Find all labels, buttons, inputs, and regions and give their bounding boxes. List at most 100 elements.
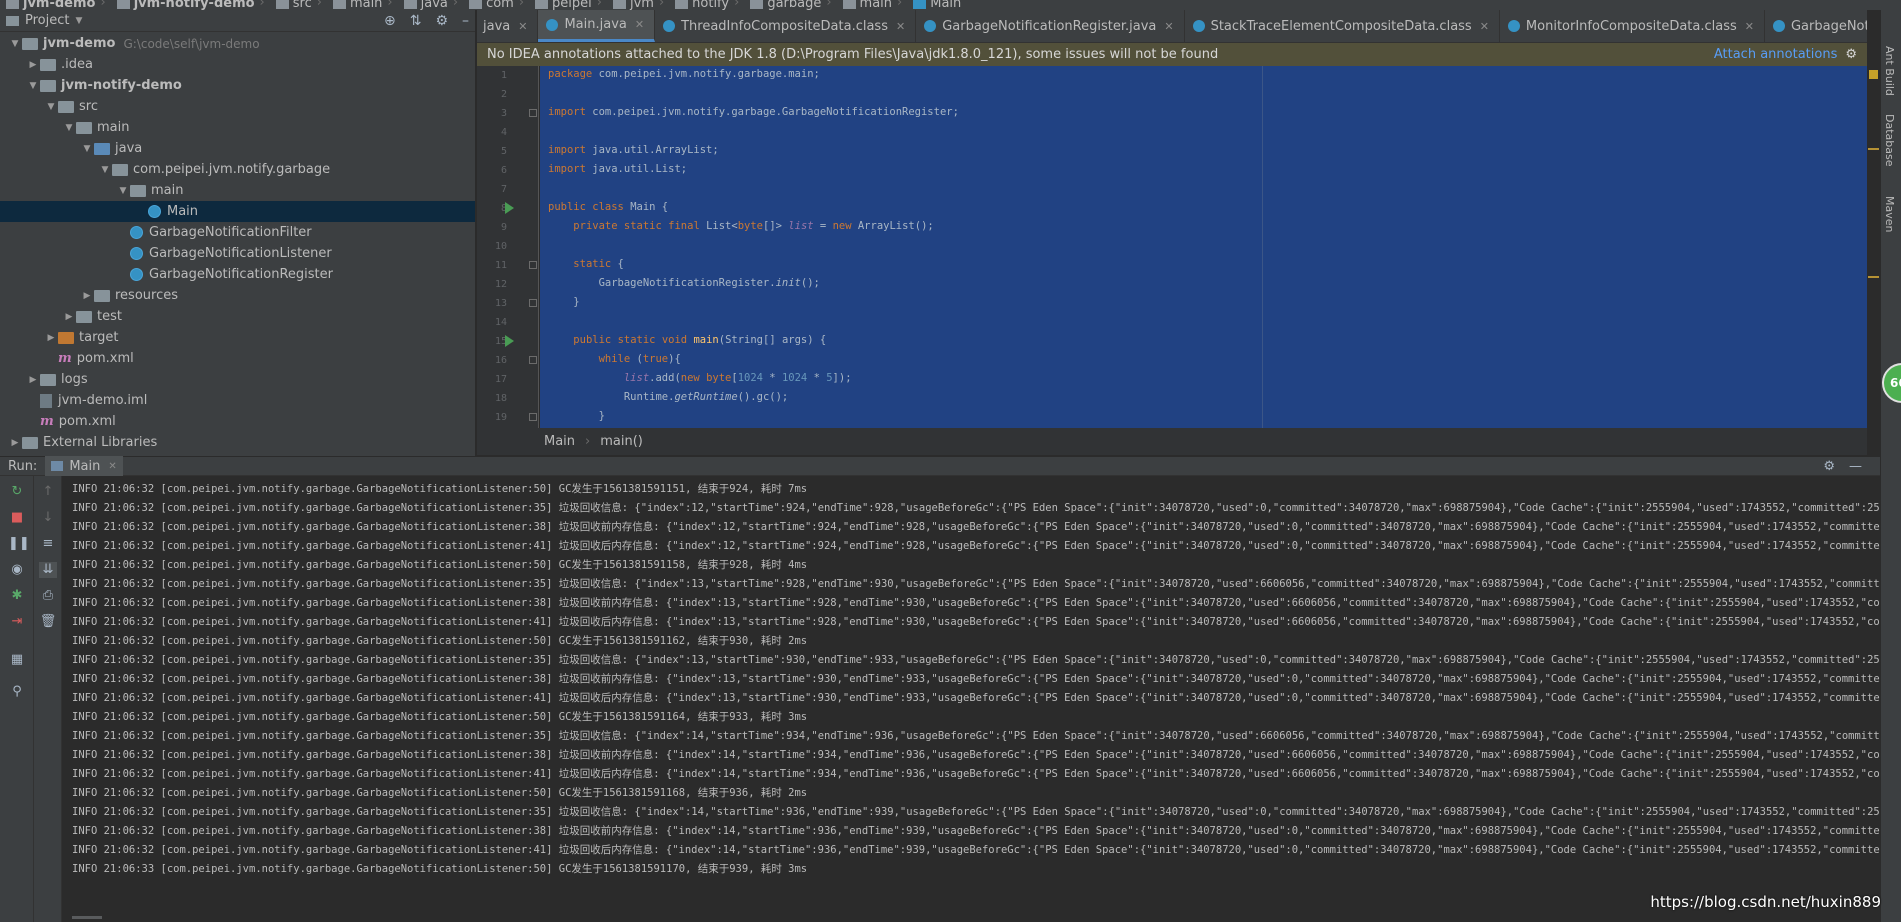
locate-icon[interactable]: ⊕ [384, 13, 396, 29]
breadcrumb-item[interactable]: jvm-notify-demo [111, 0, 255, 10]
chevron-down-icon[interactable]: ▼ [98, 165, 112, 175]
database-tool-button[interactable]: Database [1883, 114, 1896, 167]
tree-item[interactable]: ▼ jvm-notify-demo [26, 75, 182, 96]
chevron-down-icon[interactable]: ▼ [44, 102, 58, 112]
breadcrumb-item[interactable]: src [270, 0, 312, 10]
close-icon[interactable]: ✕ [1164, 20, 1173, 33]
breadcrumb-method[interactable]: main() [600, 434, 643, 449]
collapse-all-icon[interactable]: ⇅ [410, 13, 422, 29]
error-stripe-mark[interactable] [1868, 276, 1879, 278]
fold-marker-icon[interactable] [529, 299, 537, 307]
breadcrumb-item[interactable]: notify [669, 0, 729, 10]
ant-build-tool-button[interactable]: Ant Build [1883, 46, 1896, 96]
chevron-down-icon[interactable]: ▼ [80, 144, 94, 154]
attach-annotations-link[interactable]: Attach annotations [1714, 47, 1837, 62]
clear-all-icon[interactable]: 🗑 [39, 614, 57, 630]
editor-scrollbar[interactable] [1867, 66, 1880, 428]
run-icon[interactable] [505, 202, 514, 214]
pin-icon[interactable]: ⚲ [8, 684, 26, 700]
tree-item[interactable]: ▼ main [116, 180, 184, 201]
tree-item[interactable]: ▼ main [62, 117, 130, 138]
pause-icon[interactable]: ❚❚ [8, 536, 30, 552]
soft-wrap-icon[interactable]: ≡ [39, 536, 57, 552]
editor-tab[interactable]: GarbageNotificationFilter.java✕ [1765, 10, 1867, 42]
exit-icon[interactable]: ⇥ [8, 614, 26, 630]
close-icon[interactable]: ✕ [518, 20, 527, 33]
breadcrumb-item[interactable]: jvm [607, 0, 654, 10]
chevron-right-icon[interactable]: ▶ [62, 312, 76, 322]
fold-marker-icon[interactable] [529, 356, 537, 364]
tree-item[interactable]: ▼ jvm-demo G:\code\self\jvm-demo [8, 33, 260, 54]
tree-item[interactable]: ▼ java [80, 138, 143, 159]
tree-item[interactable]: ▶ .idea [26, 54, 93, 75]
fold-marker-icon[interactable] [529, 261, 537, 269]
chevron-right-icon[interactable]: ▶ [44, 333, 58, 343]
breadcrumb-item[interactable]: java [398, 0, 448, 10]
close-icon[interactable]: ✕ [1745, 20, 1754, 33]
close-icon[interactable]: ✕ [896, 20, 905, 33]
fold-marker-icon[interactable] [529, 413, 537, 421]
run-icon[interactable] [505, 335, 514, 347]
editor-tab[interactable]: ThreadInfoCompositeData.class ✕ [655, 10, 917, 42]
console-output[interactable]: INFO 21:06:32 [com.peipei.jvm.notify.gar… [62, 476, 1880, 912]
chevron-right-icon[interactable]: ▶ [80, 291, 94, 301]
tree-item[interactable]: GarbageNotificationRegister [116, 264, 333, 285]
print-icon[interactable]: ⎙ [39, 588, 57, 604]
tree-item[interactable]: jvm-demo.iml [26, 390, 147, 411]
arrow-down-icon[interactable]: ↓ [39, 510, 57, 526]
tree-item[interactable]: ▼ src [44, 96, 98, 117]
gear-icon[interactable]: ⚙ [1845, 47, 1857, 62]
tree-item[interactable]: ▶ logs [26, 369, 88, 390]
editor-tab[interactable]: StackTraceElementCompositeData.class ✕ [1185, 10, 1500, 42]
editor-tab[interactable]: java ✕ [477, 10, 539, 42]
tree-item[interactable]: m pom.xml [44, 348, 134, 369]
scroll-to-end-icon[interactable]: ⇊ [39, 562, 57, 578]
close-icon[interactable]: ✕ [1480, 20, 1489, 33]
chevron-down-icon[interactable]: ▼ [116, 186, 130, 196]
close-icon[interactable]: ✕ [635, 18, 644, 31]
chevron-down-icon[interactable]: ▼ [8, 39, 22, 49]
tree-item[interactable]: Main [0, 201, 475, 222]
console-horizontal-scrollbar[interactable] [62, 912, 1880, 922]
editor-tab[interactable]: Main.java ✕ [538, 10, 656, 42]
tree-item[interactable]: GarbageNotificationListener [116, 243, 332, 264]
layout-icon[interactable]: ▦ [8, 652, 26, 668]
gear-icon[interactable]: ⚙ [1823, 459, 1835, 474]
fold-marker-icon[interactable] [529, 109, 537, 117]
tree-item[interactable]: ▼ com.peipei.jvm.notify.garbage [98, 159, 331, 180]
project-panel-title[interactable]: Project [25, 13, 69, 28]
arrow-up-icon[interactable]: ↑ [39, 484, 57, 500]
breadcrumb-item[interactable]: peipei [529, 0, 592, 10]
breadcrumb-item[interactable]: main [327, 0, 382, 10]
camera-icon[interactable]: ◉ [8, 562, 26, 578]
tree-item[interactable]: GarbageNotificationFilter [116, 222, 312, 243]
close-icon[interactable]: ✕ [108, 461, 116, 472]
breadcrumb-item[interactable]: com [463, 0, 514, 10]
breadcrumb-class[interactable]: Main [544, 434, 575, 449]
chevron-down-icon[interactable]: ▼ [62, 123, 76, 133]
chevron-right-icon[interactable]: ▶ [8, 438, 22, 448]
breadcrumb-item[interactable]: jvm-demo [0, 0, 95, 10]
tree-item[interactable]: ▶ target [44, 327, 119, 348]
code-editor[interactable]: package com.peipei.jvm.notify.garbage.ma… [540, 66, 1867, 428]
chevron-down-icon[interactable]: ▼ [75, 16, 82, 26]
tree-item[interactable]: ▶ test [62, 306, 122, 327]
minimize-icon[interactable]: — [1849, 459, 1862, 474]
tree-item[interactable]: m pom.xml [26, 411, 116, 432]
editor-tab[interactable]: MonitorInfoCompositeData.class ✕ [1500, 10, 1765, 42]
chevron-down-icon[interactable]: ▼ [26, 81, 40, 91]
breadcrumb-item[interactable]: main [837, 0, 892, 10]
inspection-status-icon[interactable] [1869, 70, 1878, 79]
tree-item[interactable]: ▶ External Libraries [8, 432, 158, 453]
scrollbar-thumb[interactable] [72, 916, 102, 919]
breadcrumb-item[interactable]: Main [907, 0, 961, 10]
error-stripe-mark[interactable] [1868, 148, 1879, 150]
rerun-icon[interactable]: ↻ [8, 484, 26, 500]
editor-tab[interactable]: GarbageNotificationRegister.java ✕ [916, 10, 1185, 42]
tree-item[interactable]: ▶ resources [80, 285, 178, 306]
run-tab-main[interactable]: Main ✕ [45, 456, 123, 476]
gear-icon[interactable]: ⚙ [435, 13, 448, 29]
chevron-right-icon[interactable]: ▶ [26, 60, 40, 70]
chevron-right-icon[interactable]: ▶ [26, 375, 40, 385]
maven-tool-button[interactable]: Maven [1883, 196, 1896, 232]
